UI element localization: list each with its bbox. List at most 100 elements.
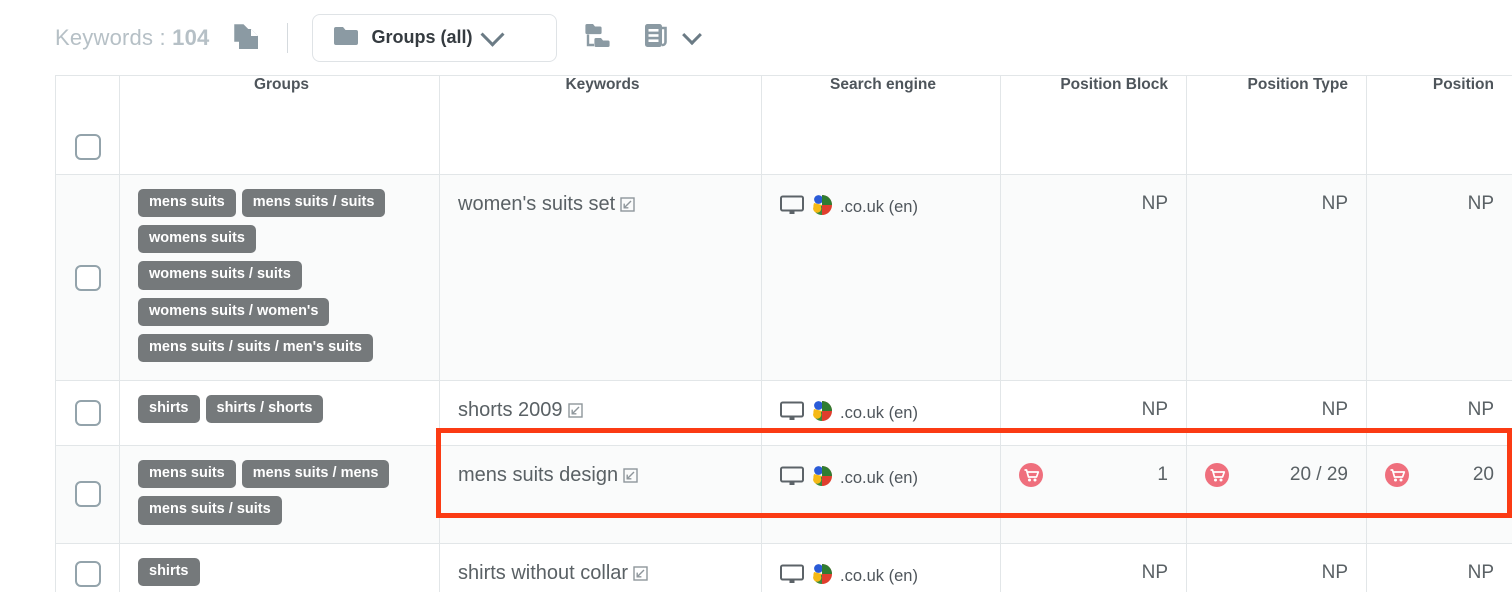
- copy-documents-icon: [231, 20, 261, 55]
- position-cell: NP: [1366, 543, 1512, 592]
- group-tag-list: shirts shirts / shorts: [120, 381, 439, 441]
- keyword-cell: shorts 2009: [439, 380, 762, 447]
- position-block-cell-value: NP: [1141, 399, 1168, 421]
- position-type-cell-value: NP: [1321, 399, 1348, 421]
- header-position[interactable]: Position: [1366, 75, 1512, 175]
- position-type-cell: NP: [1186, 174, 1367, 382]
- group-tag[interactable]: mens suits: [138, 460, 236, 489]
- groups-cell: shirts: [119, 543, 440, 592]
- position-block-cell-value: NP: [1141, 561, 1168, 583]
- search-engine-text: .co.uk (en): [840, 198, 918, 216]
- group-tag[interactable]: shirts / shorts: [205, 395, 324, 424]
- group-tag[interactable]: shirts: [138, 557, 200, 586]
- group-tag[interactable]: mens suits / suits: [241, 189, 386, 218]
- desktop-monitor-icon: [780, 401, 804, 426]
- group-tag[interactable]: womens suits: [138, 225, 256, 254]
- group-tag[interactable]: mens suits / suits / men's suits: [138, 333, 373, 363]
- search-engine-text: .co.uk (en): [840, 566, 918, 585]
- position-cell: NP: [1366, 174, 1512, 382]
- groups-filter-button[interactable]: Groups (all): [312, 13, 558, 62]
- group-tag-list: shirts: [120, 544, 439, 592]
- position-block-cell: NP: [1000, 543, 1187, 592]
- position-type-cell-value: NP: [1321, 561, 1348, 583]
- row-checkbox[interactable]: [74, 400, 101, 427]
- folder-icon: [333, 25, 359, 50]
- google-favicon-icon: [811, 194, 833, 221]
- table-header: Groups Keywords Search engine Position B…: [55, 75, 1512, 175]
- row-select-cell: [55, 380, 120, 447]
- shopping-cart-icon: [1385, 463, 1409, 493]
- table-row[interactable]: mens suits mens suits / suits womens suits…: [55, 174, 1512, 382]
- group-tag-list: mens suits mens suits / suits womens suits…: [120, 175, 439, 380]
- header-position-block[interactable]: Position Block: [1000, 75, 1187, 175]
- group-tag[interactable]: womens suits / women's: [138, 297, 330, 326]
- keyword-cell: women's suits set: [439, 174, 762, 382]
- position-cell-value: 20: [1472, 464, 1494, 486]
- group-tag[interactable]: shirts: [138, 395, 200, 424]
- header-search-engine[interactable]: Search engine: [761, 75, 1001, 175]
- header-position-label: Position: [1432, 76, 1494, 93]
- row-select-cell: [55, 174, 120, 382]
- report-list-icon: [643, 21, 671, 54]
- search-engine-text: .co.uk (en): [840, 469, 918, 488]
- position-block-cell-value: NP: [1141, 193, 1168, 214]
- external-link-icon[interactable]: [623, 466, 638, 489]
- table-row[interactable]: shirts shirts without collar .co.uk (en) NP…: [55, 543, 1512, 592]
- folder-tree-icon: [583, 21, 613, 54]
- group-tag[interactable]: mens suits / suits: [138, 496, 282, 525]
- toolbar-divider: [287, 22, 289, 53]
- position-cell-value: NP: [1467, 193, 1494, 214]
- google-favicon-icon: [811, 465, 833, 492]
- table-body: mens suits mens suits / suitswomens suits…: [55, 174, 1512, 592]
- header-keywords[interactable]: Keywords: [439, 75, 762, 175]
- header-keywords-label: Keywords: [565, 76, 640, 93]
- groups-cell: shirts shirts / shorts: [119, 380, 440, 447]
- keyword-text: shirts without collar: [458, 561, 629, 584]
- position-type-cell: 20 / 29: [1186, 445, 1367, 544]
- row-select-cell: [55, 543, 120, 592]
- row-checkbox[interactable]: [74, 481, 101, 508]
- position-cell-value: NP: [1467, 399, 1494, 421]
- group-tag[interactable]: mens suits / mens: [241, 460, 390, 489]
- position-type-cell: NP: [1186, 543, 1367, 592]
- search-engine-cell: .co.uk (en): [761, 174, 1001, 382]
- report-dropdown-button[interactable]: [682, 24, 703, 45]
- report-list-button[interactable]: [643, 21, 671, 54]
- keyword-cell: shirts without collar: [439, 543, 762, 592]
- position-cell: 20: [1366, 445, 1512, 544]
- position-type-cell-value: NP: [1321, 193, 1348, 214]
- position-block-cell: 1: [1000, 445, 1187, 544]
- keywords-counter-value: 104: [172, 24, 210, 50]
- header-position-type[interactable]: Position Type: [1186, 75, 1367, 175]
- row-select-cell: [55, 445, 120, 544]
- keyword-text: women's suits set: [458, 193, 616, 215]
- keywords-counter-label: Keywords :: [55, 24, 166, 50]
- groups-cell: mens suits mens suits / suits womens suits…: [119, 174, 440, 382]
- toolbar: Keywords : 104 Groups (all): [0, 0, 1512, 75]
- row-checkbox[interactable]: [74, 264, 101, 291]
- search-engine-cell: .co.uk (en): [761, 445, 1001, 544]
- select-all-checkbox[interactable]: [74, 134, 101, 160]
- desktop-monitor-icon: [780, 195, 804, 220]
- group-tag[interactable]: mens suits: [138, 189, 236, 218]
- position-type-cell: NP: [1186, 380, 1367, 447]
- keyword-table-screen: Keywords : 104 Groups (all) Groups Keywo…: [0, 0, 1512, 592]
- external-link-icon[interactable]: [620, 195, 635, 218]
- keywords-table-container: Groups Keywords Search engine Position B…: [55, 75, 1512, 592]
- keywords-table: Groups Keywords Search engine Position B…: [55, 75, 1512, 592]
- table-row[interactable]: mens suits mens suits / mens mens suits / …: [55, 445, 1512, 544]
- header-position-type-label: Position Type: [1247, 76, 1348, 93]
- position-block-cell: NP: [1000, 380, 1187, 447]
- folder-tree-button[interactable]: [583, 21, 613, 54]
- table-header-row: Groups Keywords Search engine Position B…: [55, 75, 1512, 175]
- external-link-icon[interactable]: [633, 564, 648, 587]
- header-groups[interactable]: Groups: [119, 75, 440, 175]
- group-tag-list: mens suits mens suits / mens mens suits / …: [120, 446, 439, 542]
- copy-documents-button[interactable]: [231, 20, 261, 55]
- group-tag[interactable]: womens suits / suits: [138, 261, 302, 290]
- table-row[interactable]: shirts shirts / shorts shorts 2009 .co.uk (…: [55, 380, 1512, 447]
- chevron-down-icon: [682, 24, 703, 45]
- external-link-icon[interactable]: [567, 401, 583, 424]
- google-favicon-icon: [811, 400, 833, 427]
- row-checkbox[interactable]: [74, 561, 101, 588]
